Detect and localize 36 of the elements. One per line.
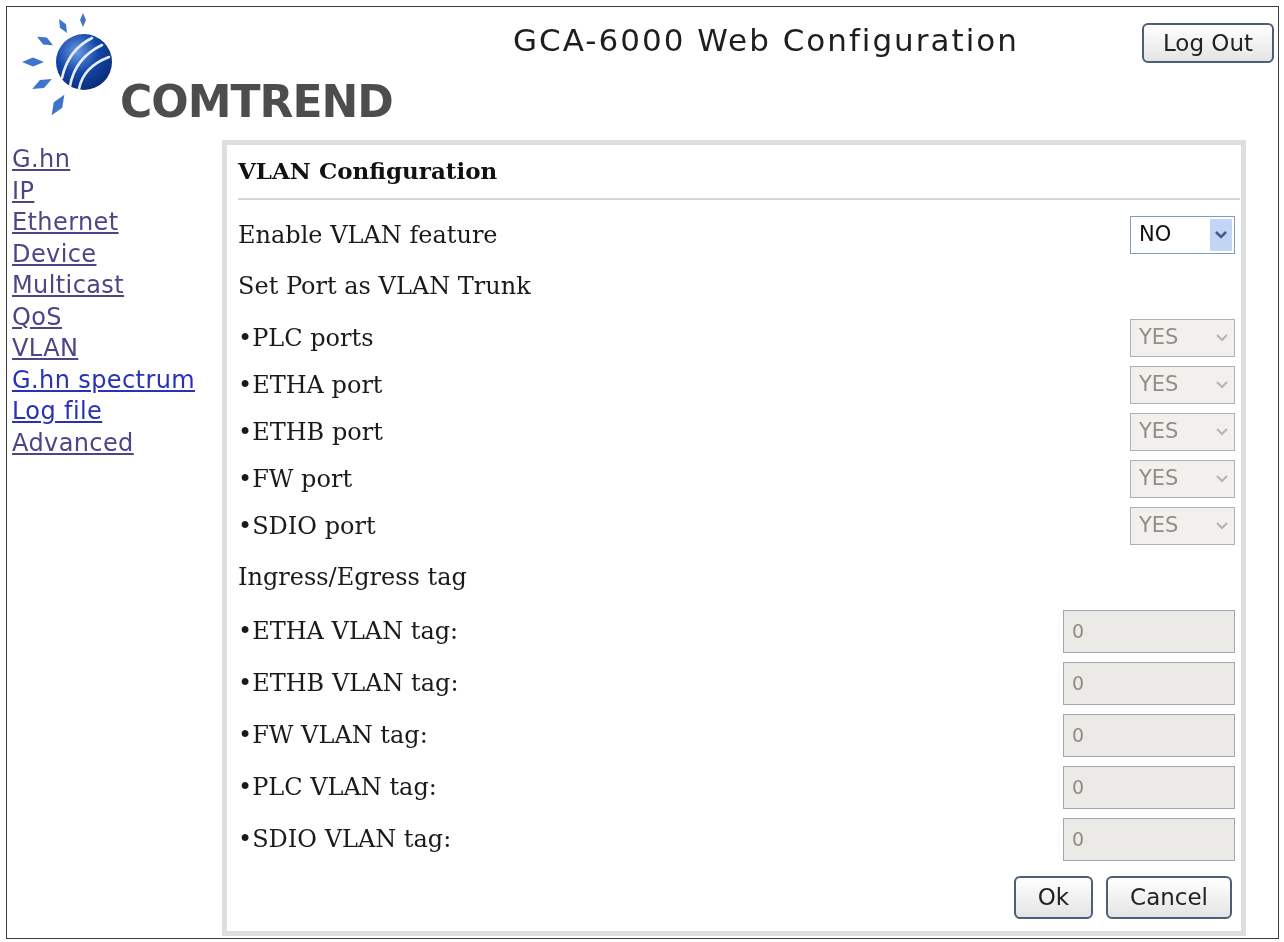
section-heading: Set Port as VLAN Trunk bbox=[238, 271, 531, 302]
cancel-button[interactable]: Cancel bbox=[1106, 876, 1232, 919]
panel-title: VLAN Configuration bbox=[238, 156, 498, 187]
chevron-down-icon bbox=[1216, 521, 1228, 530]
chevron-down-icon bbox=[1216, 333, 1228, 342]
field-label: •PLC ports bbox=[238, 322, 374, 354]
nav-link[interactable]: VLAN bbox=[12, 333, 79, 365]
nav-link[interactable]: Ethernet bbox=[12, 207, 119, 239]
field-label: •ETHA VLAN tag: bbox=[238, 616, 459, 647]
nav-link[interactable]: Log file bbox=[12, 396, 103, 428]
field-label: •SDIO port bbox=[238, 510, 376, 542]
nav-link[interactable]: Multicast bbox=[12, 270, 125, 302]
nav-link[interactable]: IP bbox=[12, 175, 35, 207]
nav-link[interactable]: G.hn spectrum bbox=[12, 364, 196, 396]
logout-button[interactable]: Log Out bbox=[1142, 23, 1274, 63]
dropdown[interactable]: NO bbox=[1130, 215, 1235, 254]
field-label: •PLC VLAN tag: bbox=[238, 772, 437, 803]
field-label: •FW VLAN tag: bbox=[238, 720, 428, 751]
ok-button[interactable]: Ok bbox=[1013, 876, 1094, 919]
page-title: GCA-6000 Web Configuration bbox=[513, 22, 1019, 58]
chevron-down-icon bbox=[1216, 427, 1228, 436]
field-label: •ETHB VLAN tag: bbox=[238, 668, 459, 699]
field-label: •FW port bbox=[238, 463, 353, 495]
nav-link[interactable]: G.hn bbox=[12, 144, 71, 176]
section-heading: Ingress/Egress tag bbox=[238, 562, 467, 593]
nav-link[interactable]: Advanced bbox=[12, 427, 134, 459]
field-label: •ETHA port bbox=[238, 369, 383, 401]
logo-text: COMTREND bbox=[120, 80, 393, 124]
chevron-down-icon bbox=[1210, 218, 1232, 251]
field-label: •SDIO VLAN tag: bbox=[238, 824, 452, 855]
chevron-down-icon bbox=[1216, 380, 1228, 389]
nav-link[interactable]: QoS bbox=[12, 301, 62, 333]
field-label: •ETHB port bbox=[238, 416, 383, 448]
field-label: Enable VLAN feature bbox=[238, 219, 498, 251]
chevron-down-icon bbox=[1216, 474, 1228, 483]
nav-link[interactable]: Device bbox=[12, 238, 97, 270]
